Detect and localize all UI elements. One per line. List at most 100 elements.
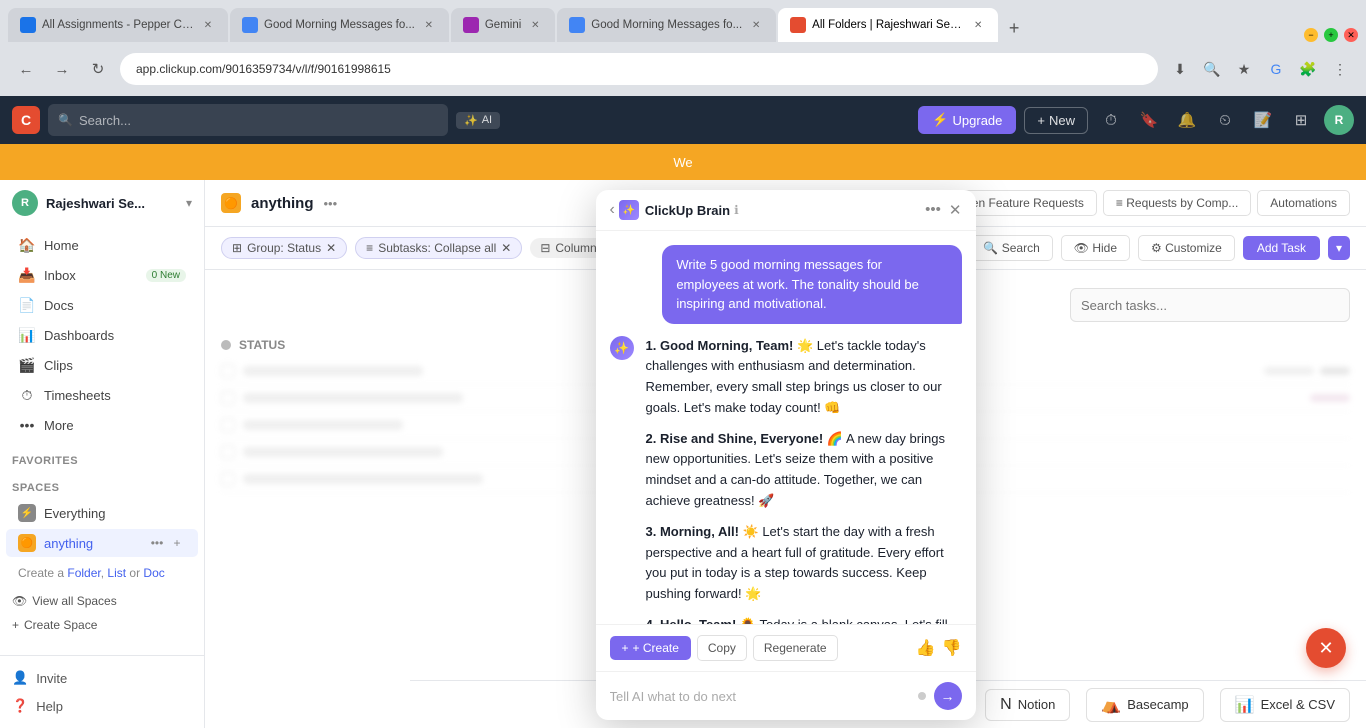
sidebar-item-anything[interactable]: 🟠 anything ••• + [6, 529, 198, 557]
ai-response: 1. Good Morning, Team! 🌟 Let's tackle to… [642, 336, 962, 625]
more-icon: ••• [18, 417, 36, 433]
space-options-icon[interactable]: ••• [148, 534, 166, 552]
upgrade-button[interactable]: ⚡ Upgrade [918, 106, 1016, 134]
view-all-spaces[interactable]: 👁 View all Spaces [0, 589, 204, 613]
dashboards-icon: 📊 [18, 327, 36, 344]
chevron-down-icon: ▾ [186, 196, 192, 210]
ai-input-dot [918, 692, 926, 700]
ai-copy-button[interactable]: Copy [697, 635, 747, 661]
new-button[interactable]: + New [1024, 107, 1088, 134]
notifications-icon[interactable]: 🔔 [1172, 105, 1202, 135]
ai-avatar: ✨ [610, 336, 634, 360]
invite-icon: 👤 [12, 670, 28, 686]
main-layout: R Rajeshwari Se... ▾ 🏠 Home 📥 Inbox 0 Ne… [0, 180, 1366, 728]
memo-icon[interactable]: 📝 [1248, 105, 1278, 135]
content-area: 🟠 anything ••• ◈ Open Feature Requests ≡… [205, 180, 1366, 728]
list-item: 4. Hello, Team! 🌻 Today is a blank canva… [646, 615, 958, 624]
tab-5[interactable]: All Folders | Rajeshwari Sen... ✕ [778, 8, 998, 42]
maximize-button[interactable]: + [1324, 28, 1338, 42]
user-avatar-button[interactable]: R [1324, 105, 1354, 135]
help-icon: ❓ [12, 698, 28, 714]
floating-action-button[interactable]: ✕ [1306, 628, 1346, 668]
ai-panel-header: ‹ ✨ ClickUp Brain ℹ ••• ✕ [596, 190, 976, 231]
sidebar-item-everything[interactable]: ⚡ Everything [6, 499, 198, 527]
reload-button[interactable]: ↻ [84, 55, 112, 83]
ai-send-button[interactable]: → [934, 682, 962, 710]
list-item: 2. Rise and Shine, Everyone! 🌈 A new day… [646, 429, 958, 512]
sidebar-item-timesheets[interactable]: ⏱ Timesheets [6, 381, 198, 410]
tab-1-close[interactable]: ✕ [200, 17, 216, 33]
clips-icon: 🎬 [18, 357, 36, 374]
create-hint: Create a Folder, List or Doc [0, 558, 204, 589]
thumbs-down-icon[interactable]: 👎 [942, 638, 962, 658]
sidebar-nav: 🏠 Home 📥 Inbox 0 New 📄 Docs 📊 Dashboards [0, 226, 204, 444]
tab-1[interactable]: All Assignments - Pepper Co... ✕ [8, 8, 228, 42]
tab-bar: All Assignments - Pepper Co... ✕ Good Mo… [0, 0, 1366, 42]
ai-regenerate-button[interactable]: Regenerate [753, 635, 838, 661]
tab-4-close[interactable]: ✕ [748, 17, 764, 33]
app-container: C 🔍 Search... ✨ AI ⚡ Upgrade + New ⏱ 🔖 🔔… [0, 96, 1366, 728]
gemini-icon[interactable]: G [1262, 55, 1290, 83]
app-logo: C [12, 106, 40, 134]
more-icon[interactable]: ⋮ [1326, 55, 1354, 83]
ai-input-area: → [596, 671, 976, 720]
spaces-section: Spaces [0, 471, 204, 498]
address-bar: ← → ↻ app.clickup.com/9016359734/v/l/f/9… [0, 42, 1366, 96]
invite-button[interactable]: 👤 Invite [0, 664, 204, 692]
inbox-icon: 📥 [18, 267, 36, 284]
ai-back-button[interactable]: ‹ [610, 201, 615, 219]
anything-space-icon: 🟠 [18, 534, 36, 552]
back-button[interactable]: ← [12, 55, 40, 83]
ai-panel-overlay: ‹ ✨ ClickUp Brain ℹ ••• ✕ Write 5 good m… [205, 180, 1366, 728]
sidebar: R Rajeshwari Se... ▾ 🏠 Home 📥 Inbox 0 Ne… [0, 180, 205, 728]
ai-more-button[interactable]: ••• [925, 201, 941, 219]
info-icon[interactable]: ℹ [734, 203, 739, 217]
sidebar-item-inbox[interactable]: 📥 Inbox 0 New [6, 261, 198, 290]
tab-2-close[interactable]: ✕ [421, 17, 437, 33]
sidebar-item-dashboards[interactable]: 📊 Dashboards [6, 321, 198, 350]
tab-4[interactable]: Good Morning Messages fo... ✕ [557, 8, 776, 42]
new-tab-button[interactable]: + [1000, 14, 1028, 42]
docs-icon: 📄 [18, 297, 36, 314]
extension-icon[interactable]: 🧩 [1294, 55, 1322, 83]
bookmark-icon[interactable]: ★ [1230, 55, 1258, 83]
browser-chrome: All Assignments - Pepper Co... ✕ Good Mo… [0, 0, 1366, 96]
ai-create-button[interactable]: + + Create [610, 636, 691, 660]
tab-5-close[interactable]: ✕ [970, 17, 986, 33]
create-list-link[interactable]: List [107, 566, 126, 580]
sidebar-item-clips[interactable]: 🎬 Clips [6, 351, 198, 380]
bookmark-nav-icon[interactable]: 🔖 [1134, 105, 1164, 135]
grid-icon[interactable]: ⊞ [1286, 105, 1316, 135]
ai-toggle-badge[interactable]: ✨ AI [456, 112, 500, 129]
ai-text-input[interactable] [610, 689, 910, 704]
download-icon[interactable]: ⬇ [1166, 55, 1194, 83]
sidebar-item-more[interactable]: ••• More [6, 411, 198, 439]
ai-logo-icon: ✨ [619, 200, 639, 220]
sidebar-item-docs[interactable]: 📄 Docs [6, 291, 198, 320]
list-item: 3. Morning, All! ☀️ Let's start the day … [646, 522, 958, 605]
ai-close-button[interactable]: ✕ [949, 201, 962, 219]
avatar: R [12, 190, 38, 216]
close-window-button[interactable]: ✕ [1344, 28, 1358, 42]
tab-3-close[interactable]: ✕ [527, 17, 543, 33]
minimize-button[interactable]: − [1304, 28, 1318, 42]
space-add-icon[interactable]: + [168, 534, 186, 552]
sidebar-item-home[interactable]: 🏠 Home [6, 231, 198, 260]
create-doc-link[interactable]: Doc [143, 566, 164, 580]
url-bar[interactable]: app.clickup.com/9016359734/v/l/f/9016199… [120, 53, 1158, 85]
create-folder-link[interactable]: Folder [67, 566, 100, 580]
timer-icon[interactable]: ⏲ [1210, 105, 1240, 135]
zoom-icon[interactable]: 🔍 [1198, 55, 1226, 83]
sidebar-user-header[interactable]: R Rajeshwari Se... ▾ [0, 180, 204, 226]
thumbs-up-icon[interactable]: 👍 [916, 638, 936, 658]
clock-icon[interactable]: ⏱ [1096, 105, 1126, 135]
tab-2[interactable]: Good Morning Messages fo... ✕ [230, 8, 449, 42]
tab-3[interactable]: Gemini ✕ [451, 8, 555, 42]
global-search-bar[interactable]: 🔍 Search... [48, 104, 448, 136]
create-space-button[interactable]: + Create Space [0, 613, 204, 637]
forward-button[interactable]: → [48, 55, 76, 83]
sidebar-footer: 👤 Invite ❓ Help [0, 655, 204, 728]
help-button[interactable]: ❓ Help [0, 692, 204, 720]
upgrade-icon: ⚡ [932, 112, 948, 128]
ai-panel: ‹ ✨ ClickUp Brain ℹ ••• ✕ Write 5 good m… [596, 190, 976, 720]
